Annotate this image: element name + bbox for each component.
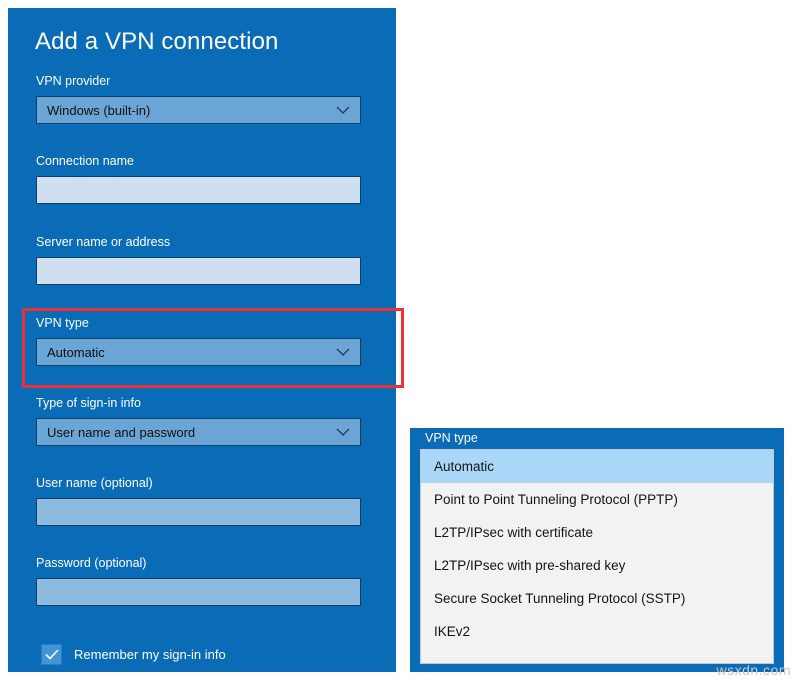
label-server-name: Server name or address bbox=[36, 235, 171, 249]
label-vpn-provider: VPN provider bbox=[36, 74, 111, 88]
label-user-name: User name (optional) bbox=[36, 476, 153, 490]
field-group-connection-name: Connection name bbox=[36, 154, 361, 204]
field-group-signin-type: Type of sign-in info User name and passw… bbox=[36, 396, 361, 446]
label-signin-type: Type of sign-in info bbox=[36, 396, 141, 410]
dropdown-option-pptp[interactable]: Point to Point Tunneling Protocol (PPTP) bbox=[421, 483, 773, 516]
checkmark-icon bbox=[44, 649, 59, 660]
password-field[interactable] bbox=[36, 578, 361, 606]
connection-name-field[interactable] bbox=[36, 176, 361, 204]
vpn-type-value: Automatic bbox=[47, 344, 105, 360]
signin-type-select[interactable]: User name and password bbox=[36, 418, 361, 446]
server-name-field[interactable] bbox=[36, 257, 361, 285]
chevron-down-icon bbox=[334, 419, 352, 445]
vpn-type-select[interactable]: Automatic bbox=[36, 338, 361, 366]
dropdown-option-automatic[interactable]: Automatic bbox=[421, 450, 773, 483]
label-password: Password (optional) bbox=[36, 556, 147, 570]
vpn-provider-value: Windows (built-in) bbox=[47, 102, 151, 118]
vpn-type-option-list[interactable]: Automatic Point to Point Tunneling Proto… bbox=[420, 449, 774, 664]
remember-signin-checkbox[interactable] bbox=[41, 644, 62, 665]
chevron-down-icon bbox=[334, 97, 352, 123]
add-vpn-connection-panel: Add a VPN connection VPN provider Window… bbox=[8, 8, 404, 672]
label-connection-name: Connection name bbox=[36, 154, 134, 168]
remember-signin-label: Remember my sign-in info bbox=[74, 647, 226, 662]
vpn-provider-select[interactable]: Windows (built-in) bbox=[36, 96, 361, 124]
field-group-vpn-provider: VPN provider Windows (built-in) bbox=[36, 74, 361, 124]
server-name-input[interactable] bbox=[37, 258, 360, 284]
page-title: Add a VPN connection bbox=[35, 28, 279, 55]
vpn-type-dropdown-panel: VPN type Automatic Point to Point Tunnel… bbox=[410, 428, 784, 672]
dropdown-option-l2tp-certificate[interactable]: L2TP/IPsec with certificate bbox=[421, 516, 773, 549]
label-vpn-type: VPN type bbox=[36, 316, 89, 330]
user-name-field[interactable] bbox=[36, 498, 361, 526]
field-group-vpn-type: VPN type Automatic bbox=[36, 316, 361, 366]
watermark: wsxdn.com bbox=[716, 662, 791, 678]
remember-signin-row[interactable]: Remember my sign-in info bbox=[41, 644, 226, 665]
connection-name-input[interactable] bbox=[37, 177, 360, 203]
field-group-server-name: Server name or address bbox=[36, 235, 361, 285]
field-group-user-name: User name (optional) bbox=[36, 476, 361, 526]
field-group-password: Password (optional) bbox=[36, 556, 361, 606]
dropdown-option-ikev2[interactable]: IKEv2 bbox=[421, 615, 773, 648]
dropdown-option-l2tp-psk[interactable]: L2TP/IPsec with pre-shared key bbox=[421, 549, 773, 582]
password-input[interactable] bbox=[37, 579, 360, 605]
user-name-input[interactable] bbox=[37, 499, 360, 525]
dropdown-option-sstp[interactable]: Secure Socket Tunneling Protocol (SSTP) bbox=[421, 582, 773, 615]
signin-type-value: User name and password bbox=[47, 424, 196, 440]
dropdown-header-label: VPN type bbox=[425, 431, 478, 445]
chevron-down-icon bbox=[334, 339, 352, 365]
